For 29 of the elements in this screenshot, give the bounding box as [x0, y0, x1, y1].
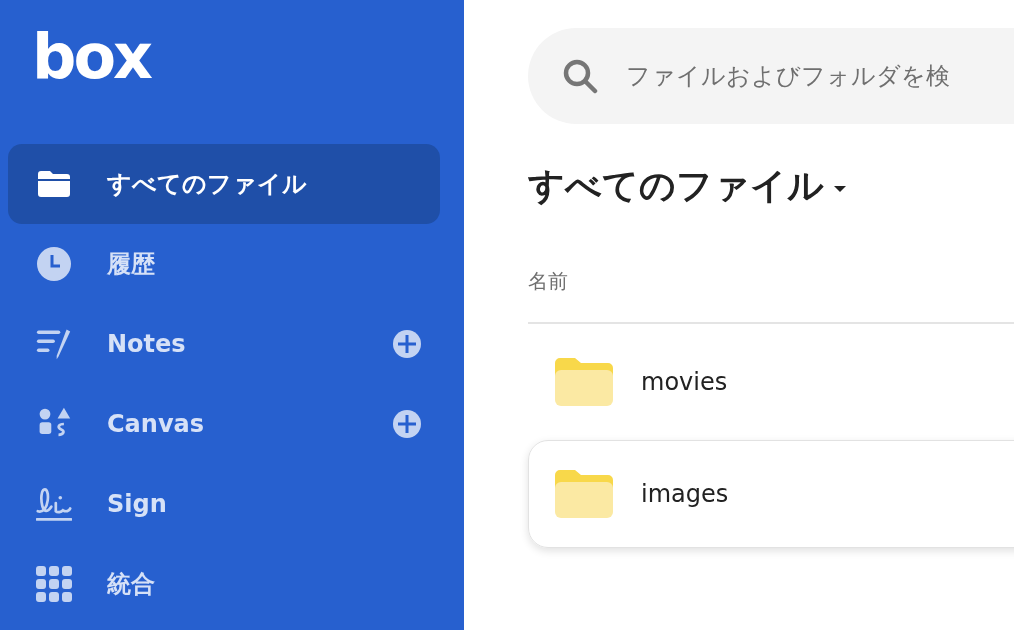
sidebar-item-label: Notes	[107, 330, 187, 358]
folder-row[interactable]: images	[528, 440, 1014, 548]
sidebar-item-label: Canvas	[107, 410, 206, 438]
folder-row[interactable]: movies	[528, 328, 1014, 436]
folder-name: images	[641, 480, 729, 508]
signature-icon	[36, 486, 72, 522]
sidebar-item-label: すべてのファイル	[107, 169, 308, 200]
add-icon[interactable]	[392, 329, 422, 359]
clock-icon	[36, 246, 72, 282]
folder-icon	[555, 470, 613, 518]
sidebar-item-label: Sign	[107, 490, 168, 518]
search-field[interactable]: ファイルおよびフォルダを検	[626, 62, 1014, 90]
search-icon	[562, 58, 598, 94]
sidebar-item[interactable]: Notes	[8, 304, 440, 384]
page-title[interactable]: すべてのファイル	[528, 161, 824, 211]
add-icon[interactable]	[392, 409, 422, 439]
sidebar-item[interactable]: すべてのファイル	[8, 144, 440, 224]
logo[interactable]: box	[32, 22, 154, 92]
sidebar-item[interactable]: Sign	[8, 464, 440, 544]
sidebar-item[interactable]: 統合	[8, 544, 440, 624]
folder-icon	[555, 358, 613, 406]
sidebar-item[interactable]: Canvas	[8, 384, 440, 464]
folder-name: movies	[641, 368, 728, 396]
sidebar-item-label: 統合	[107, 569, 156, 600]
sidebar-item-label: 履歴	[107, 249, 156, 280]
sidebar-item[interactable]: 履歴	[8, 224, 440, 304]
column-header[interactable]: 名前	[528, 269, 568, 293]
caret-icon[interactable]	[834, 185, 846, 193]
grid-icon	[36, 566, 72, 602]
